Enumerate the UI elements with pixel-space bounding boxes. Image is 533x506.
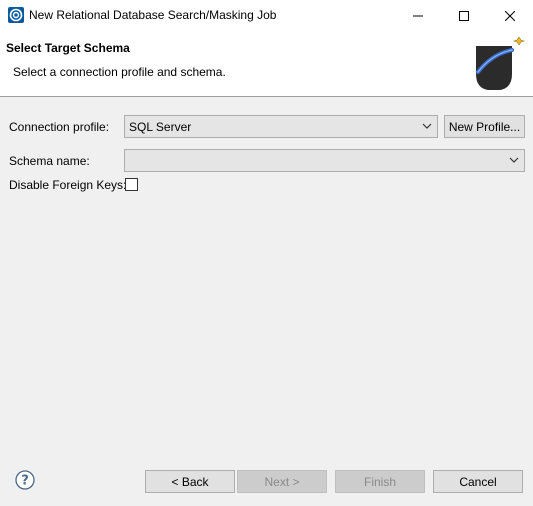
schema-name-label: Schema name:	[9, 154, 90, 168]
connection-profile-label: Connection profile:	[9, 120, 110, 134]
cancel-button[interactable]: Cancel	[433, 470, 523, 493]
disable-foreign-keys-label: Disable Foreign Keys:	[9, 178, 127, 192]
new-profile-button[interactable]: New Profile...	[444, 115, 525, 138]
help-icon[interactable]: ?	[15, 470, 35, 490]
minimize-button[interactable]	[395, 0, 441, 31]
window-title: New Relational Database Search/Masking J…	[29, 8, 277, 22]
chevron-down-icon	[420, 119, 434, 134]
app-logo-icon	[8, 7, 24, 23]
disable-foreign-keys-checkbox[interactable]	[125, 178, 138, 191]
wizard-header: Select Target Schema Select a connection…	[0, 31, 533, 97]
schema-name-select[interactable]	[124, 149, 525, 172]
back-button[interactable]: < Back	[145, 470, 235, 493]
page-description: Select a connection profile and schema.	[13, 65, 226, 79]
wizard-banner-icon	[472, 36, 530, 92]
maximize-icon	[459, 10, 469, 21]
svg-text:?: ?	[21, 474, 29, 489]
next-button[interactable]: Next >	[237, 470, 327, 493]
maximize-button[interactable]	[441, 0, 487, 31]
connection-profile-value: SQL Server	[129, 120, 192, 134]
page-title: Select Target Schema	[6, 41, 130, 55]
connection-profile-select[interactable]: SQL Server	[124, 115, 438, 138]
close-button[interactable]	[487, 0, 533, 31]
title-bar: New Relational Database Search/Masking J…	[0, 0, 533, 31]
minimize-icon	[413, 15, 423, 16]
close-icon	[505, 10, 515, 21]
chevron-down-icon	[507, 153, 521, 168]
finish-button[interactable]: Finish	[335, 470, 425, 493]
